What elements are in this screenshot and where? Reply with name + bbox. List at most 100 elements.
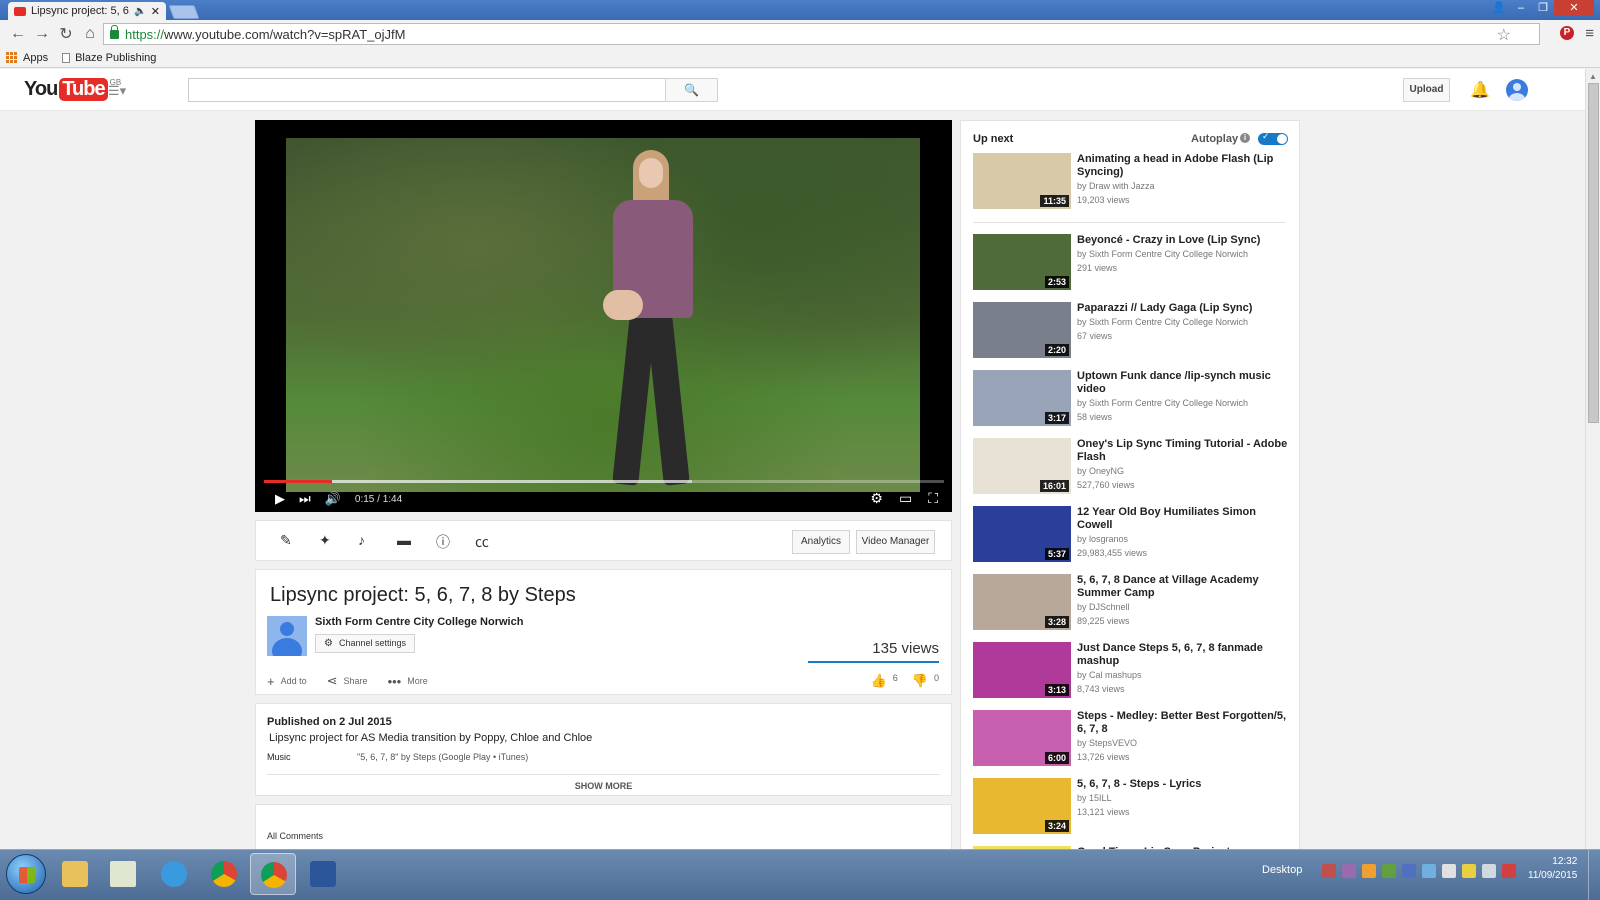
up-next-item[interactable]: 5:37 12 Year Old Boy Humiliates Simon Cow… — [973, 506, 1293, 566]
notifications-bell-icon[interactable]: 🔔 — [1470, 80, 1490, 100]
magic-wand-icon[interactable]: ✦ — [319, 532, 358, 552]
up-next-item-text[interactable]: Beyoncé - Crazy in Love (Lip Sync) by Six… — [1077, 234, 1291, 275]
up-next-title[interactable]: Oney's Lip Sync Timing Tutorial - Adobe … — [1077, 438, 1287, 463]
tray-icon[interactable] — [1422, 864, 1436, 878]
bookmark-star-icon[interactable]: ☆ — [1497, 25, 1511, 45]
taskbar-chrome-active[interactable] — [250, 853, 296, 895]
up-next-channel[interactable]: by Sixth Form Centre City College Norwic… — [1077, 397, 1291, 410]
up-next-channel[interactable]: by StepsVEVO — [1077, 737, 1291, 750]
bookmark-blaze-publishing[interactable]: Blaze Publishing — [62, 52, 156, 64]
search-input[interactable] — [188, 78, 666, 102]
captions-icon[interactable]: ㏄ — [475, 532, 514, 552]
browser-menu-icon[interactable]: ≡ — [1585, 25, 1594, 42]
video-thumbnail[interactable]: 3:13 — [973, 642, 1071, 698]
clock[interactable]: 12:32 11/09/2015 — [1528, 855, 1577, 883]
up-next-channel[interactable]: by Cal mashups — [1077, 669, 1291, 682]
thumbs-down-icon[interactable]: 👎 — [912, 673, 928, 689]
shield-icon[interactable] — [1462, 864, 1476, 878]
restore-button[interactable]: ❐ — [1532, 0, 1554, 16]
music-value[interactable]: "5, 6, 7, 8" by Steps (Google Play • iTu… — [357, 752, 528, 762]
new-tab-button[interactable] — [168, 5, 200, 19]
scroll-up-arrow-icon[interactable]: ▲ — [1589, 72, 1597, 81]
volume-icon[interactable]: 🔊 — [325, 491, 341, 507]
up-next-item-text[interactable]: Uptown Funk dance /lip-synch music video… — [1077, 370, 1291, 424]
browser-tab[interactable]: Lipsync project: 5, 6, 7, 🔈 ✕ — [8, 2, 166, 20]
video-thumbnail[interactable]: 11:35 — [973, 153, 1071, 209]
up-next-title[interactable]: Paparazzi // Lady Gaga (Lip Sync) — [1077, 302, 1252, 314]
show-desktop-button[interactable] — [1588, 850, 1600, 900]
guide-menu-icon[interactable]: ☰▾ — [108, 83, 126, 99]
tray-icon[interactable] — [1342, 864, 1356, 878]
up-next-item[interactable]: 3:17 Uptown Funk dance /lip-synch music v… — [973, 370, 1293, 430]
annotations-icon[interactable]: ▬ — [397, 532, 436, 552]
up-next-channel[interactable]: by 15ILL — [1077, 792, 1291, 805]
up-next-channel[interactable]: by DJSchnell — [1077, 601, 1291, 614]
video-thumbnail[interactable]: 2:53 — [973, 234, 1071, 290]
up-next-item[interactable]: 16:01 Oney's Lip Sync Timing Tutorial - A… — [973, 438, 1293, 498]
video-manager-button[interactable]: Video Manager — [856, 530, 935, 554]
up-next-title[interactable]: Beyoncé - Crazy in Love (Lip Sync) — [1077, 234, 1260, 246]
info-icon[interactable]: ⓘ — [436, 532, 475, 552]
upload-button[interactable]: Upload — [1403, 78, 1450, 102]
taskbar-program[interactable] — [100, 853, 146, 895]
video-player[interactable]: ▶ ⏭ 🔊 0:15 / 1:44 ⚙ ▭ ⛶ — [255, 120, 952, 512]
video-thumbnail[interactable]: 16:01 — [973, 438, 1071, 494]
up-next-channel[interactable]: by Draw with Jazza — [1077, 180, 1291, 193]
video-thumbnail[interactable]: 3:28 — [973, 574, 1071, 630]
up-next-title[interactable]: 5, 6, 7, 8 - Steps - Lyrics — [1077, 778, 1201, 790]
network-icon[interactable] — [1482, 864, 1496, 878]
up-next-channel[interactable]: by Sixth Form Centre City College Norwic… — [1077, 248, 1291, 261]
search-button[interactable]: 🔍 — [665, 78, 718, 102]
page-scrollbar[interactable]: ▲ ▼ — [1585, 69, 1600, 867]
play-icon[interactable]: ▶ — [275, 491, 285, 507]
progress-bar[interactable] — [264, 480, 944, 483]
video-thumbnail[interactable]: 3:24 — [973, 778, 1071, 834]
taskbar-internet-explorer[interactable] — [151, 853, 197, 895]
up-next-item[interactable]: 3:24 5, 6, 7, 8 - Steps - Lyrics by 15ILL 1… — [973, 778, 1293, 838]
channel-settings-button[interactable]: ⚙ Channel settings — [315, 634, 416, 653]
up-next-channel[interactable]: by losgranos — [1077, 533, 1291, 546]
up-next-title[interactable]: Uptown Funk dance /lip-synch music video — [1077, 370, 1271, 395]
more-button[interactable]: ••• More — [388, 673, 428, 689]
up-next-channel[interactable]: by OneyNG — [1077, 465, 1291, 478]
minimize-button[interactable]: – — [1510, 0, 1532, 16]
up-next-item-text[interactable]: 12 Year Old Boy Humiliates Simon Cowell b… — [1077, 506, 1291, 560]
tray-icon[interactable] — [1322, 864, 1336, 878]
up-next-channel[interactable]: by Sixth Form Centre City College Norwic… — [1077, 316, 1291, 329]
user-icon[interactable]: 👤 — [1488, 0, 1510, 16]
up-next-item-text[interactable]: 5, 6, 7, 8 Dance at Village Academy Summ… — [1077, 574, 1291, 628]
up-next-title[interactable]: 5, 6, 7, 8 Dance at Village Academy Summ… — [1077, 574, 1259, 599]
account-avatar[interactable] — [1506, 79, 1528, 101]
up-next-item-text[interactable]: Paparazzi // Lady Gaga (Lip Sync) by Sixt… — [1077, 302, 1291, 343]
up-next-item[interactable]: 2:20 Paparazzi // Lady Gaga (Lip Sync) by … — [973, 302, 1293, 362]
taskbar-chrome[interactable] — [201, 853, 247, 895]
analytics-button[interactable]: Analytics — [792, 530, 850, 554]
speaker-tray-icon[interactable] — [1442, 864, 1456, 878]
video-thumbnail[interactable]: 3:17 — [973, 370, 1071, 426]
tray-icon[interactable] — [1362, 864, 1376, 878]
scrollbar-thumb[interactable] — [1588, 83, 1599, 423]
home-icon[interactable]: ⌂ — [78, 25, 102, 43]
up-next-item[interactable]: 2:53 Beyoncé - Crazy in Love (Lip Sync) by… — [973, 234, 1293, 294]
bookmark-apps[interactable]: Apps — [6, 52, 48, 64]
fullscreen-icon[interactable]: ⛶ — [928, 490, 938, 507]
all-comments-label[interactable]: All Comments — [267, 831, 323, 841]
channel-name[interactable]: Sixth Form Centre City College Norwich — [315, 616, 523, 628]
video-frame[interactable] — [286, 138, 920, 492]
channel-avatar[interactable] — [267, 616, 307, 656]
forward-arrow-icon[interactable]: → — [30, 25, 54, 43]
up-next-title[interactable]: Just Dance Steps 5, 6, 7, 8 fanmade mash… — [1077, 642, 1263, 667]
close-icon[interactable]: ✕ — [151, 5, 160, 18]
back-arrow-icon[interactable]: ← — [6, 25, 30, 43]
action-center-icon[interactable] — [1502, 864, 1516, 878]
reload-icon[interactable]: ↻ — [54, 24, 78, 44]
address-bar[interactable]: https:// www.youtube.com/watch?v=spRAT_o… — [103, 23, 1540, 45]
up-next-title[interactable]: 12 Year Old Boy Humiliates Simon Cowell — [1077, 506, 1256, 531]
start-button[interactable] — [6, 854, 46, 894]
thumbs-up-icon[interactable]: 👍 — [871, 673, 887, 689]
tray-icon[interactable] — [1402, 864, 1416, 878]
up-next-item[interactable]: 3:13 Just Dance Steps 5, 6, 7, 8 fanmade … — [973, 642, 1293, 702]
tray-icon[interactable] — [1382, 864, 1396, 878]
desktop-toolbar-label[interactable]: Desktop — [1262, 864, 1302, 876]
up-next-item-text[interactable]: 5, 6, 7, 8 - Steps - Lyrics by 15ILL 13,12… — [1077, 778, 1291, 819]
